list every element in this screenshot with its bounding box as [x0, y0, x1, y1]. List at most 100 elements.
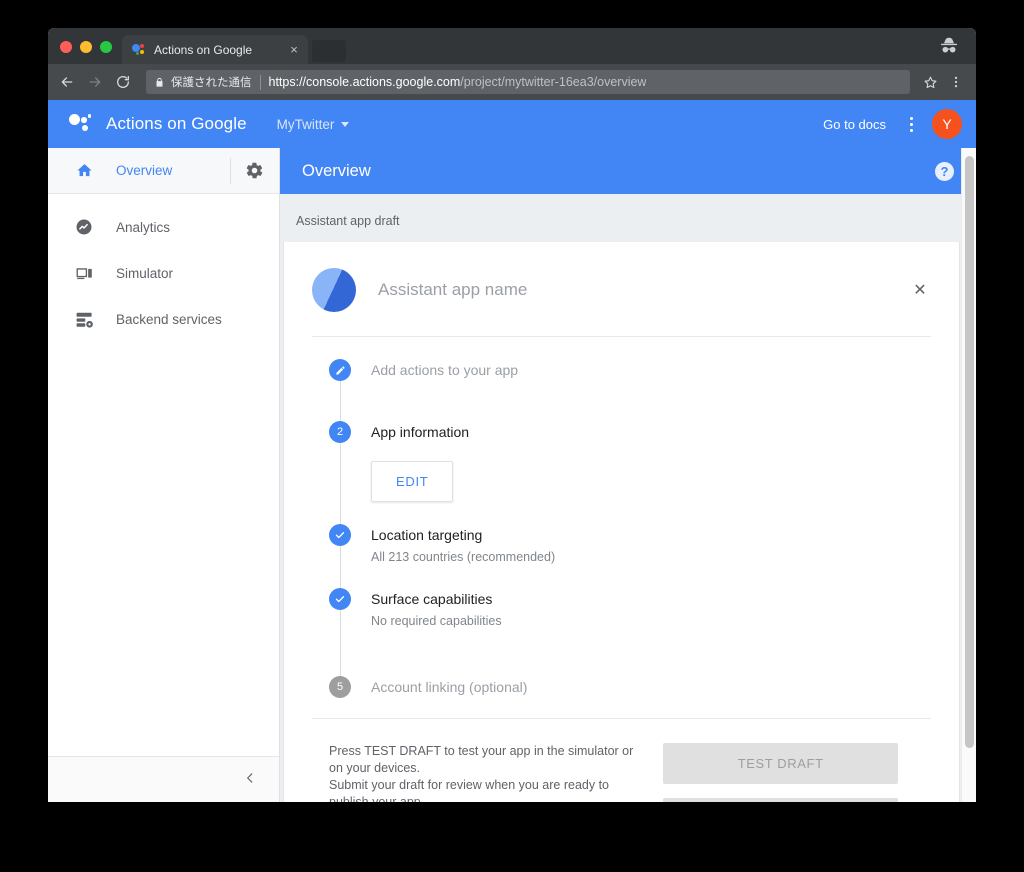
sidebar-nav-list: Analytics Simulator Backend services: [48, 194, 279, 756]
sidebar-footer: [48, 756, 279, 802]
home-icon: [74, 161, 94, 181]
project-name: MyTwitter: [276, 116, 335, 132]
step-app-information[interactable]: 2 App information EDIT: [329, 421, 931, 528]
sidebar-divider: [230, 157, 231, 184]
submit-draft-for-review-button[interactable]: SUBMIT DRAFT FOR REVIEW: [663, 798, 899, 802]
scrollbar-thumb[interactable]: [965, 156, 974, 748]
step-connector: [339, 546, 341, 592]
step-location-targeting-title: Location targeting: [371, 527, 483, 543]
address-bar[interactable]: 保護された通信 https://console.actions.google.c…: [146, 70, 910, 94]
close-tab-icon[interactable]: ×: [286, 42, 302, 58]
step-add-actions-title: Add actions to your app: [371, 362, 519, 378]
content-area: Overview ? Assistant app draft Assistant…: [280, 148, 976, 802]
content-scrollbar[interactable]: [961, 148, 976, 802]
step-connector: [339, 610, 341, 680]
sidebar-item-simulator-label: Simulator: [116, 265, 174, 281]
browser-window: Actions on Google × 保護された通信 https://cons…: [48, 28, 976, 802]
reload-button[interactable]: [110, 69, 136, 95]
draft-card: Assistant app name ✕ Add actions to your…: [283, 242, 960, 802]
step-badge-5: 5: [329, 676, 351, 698]
web-app: Actions on Google MyTwitter Go to docs Y: [48, 100, 976, 802]
backend-services-icon: [74, 309, 94, 329]
app-header: Actions on Google MyTwitter Go to docs Y: [48, 100, 976, 148]
sidebar-item-overview[interactable]: Overview: [48, 148, 230, 194]
breadcrumb: Assistant app draft: [296, 214, 400, 228]
app-body: Overview Analytics Simulator Backend ser…: [48, 148, 976, 802]
step-account-linking-title: Account linking (optional): [371, 679, 528, 695]
step-location-targeting-subtitle: All 213 countries (recommended): [371, 550, 556, 564]
chevron-down-icon: [341, 121, 350, 127]
bookmark-star-icon[interactable]: [918, 70, 942, 94]
sidebar-item-analytics-label: Analytics: [116, 219, 171, 235]
browser-tab[interactable]: Actions on Google ×: [122, 35, 308, 64]
lock-icon: [156, 77, 163, 87]
footer-instructions-line1: Press TEST DRAFT to test your app in the…: [329, 744, 634, 775]
step-add-actions[interactable]: Add actions to your app: [329, 359, 931, 425]
step-add-actions-body: [371, 381, 931, 421]
page-header: Overview ?: [280, 148, 976, 194]
url-text: https://console.actions.google.com/proje…: [269, 75, 647, 89]
minimize-window-button[interactable]: [80, 41, 92, 53]
pencil-icon: [329, 359, 351, 381]
google-assistant-favicon-icon: [132, 43, 146, 57]
url-path: /project/mytwitter-16ea3/overview: [460, 75, 647, 89]
assistant-app-name: Assistant app name: [378, 280, 528, 299]
card-header: Assistant app name ✕: [312, 242, 931, 337]
footer-instructions-line2: Submit your draft for review when you ar…: [329, 778, 609, 802]
setup-steps: Add actions to your app 2 App informatio…: [312, 337, 931, 698]
url-origin: https://console.actions.google.com: [268, 75, 461, 89]
step-connector: [339, 381, 341, 425]
sidebar-item-backend-services[interactable]: Backend services: [48, 296, 279, 342]
go-to-docs-link[interactable]: Go to docs: [823, 117, 886, 132]
assistant-app-avatar: [312, 268, 356, 312]
header-overflow-menu-icon[interactable]: [900, 111, 922, 137]
simulator-icon: [74, 263, 94, 283]
analytics-icon: [74, 217, 94, 237]
card-footer: Press TEST DRAFT to test your app in the…: [312, 718, 931, 802]
omnibox-divider: [259, 74, 261, 90]
sidebar-item-overview-label: Overview: [116, 163, 173, 178]
sidebar-header: Overview: [48, 148, 279, 194]
chevron-left-icon[interactable]: [243, 771, 257, 789]
incognito-icon: [940, 37, 958, 53]
step-location-targeting[interactable]: Location targeting All 213 countries (re…: [329, 524, 931, 592]
sidebar-item-backend-services-label: Backend services: [116, 311, 222, 327]
test-draft-button[interactable]: TEST DRAFT: [663, 743, 899, 784]
tab-strip: Actions on Google ×: [48, 28, 976, 64]
window-controls: [48, 41, 122, 64]
user-avatar[interactable]: Y: [932, 109, 962, 139]
back-button[interactable]: [54, 69, 80, 95]
close-window-button[interactable]: [60, 41, 72, 53]
step-account-linking[interactable]: 5 Account linking (optional): [329, 676, 931, 698]
step-surface-capabilities-body: [371, 628, 931, 676]
edit-button[interactable]: EDIT: [371, 461, 454, 502]
step-surface-capabilities[interactable]: Surface capabilities No required capabil…: [329, 588, 931, 680]
step-surface-capabilities-subtitle: No required capabilities: [371, 614, 502, 628]
maximize-window-button[interactable]: [100, 41, 112, 53]
sidebar-item-simulator[interactable]: Simulator: [48, 250, 279, 296]
check-icon: [329, 524, 351, 546]
sidebar: Overview Analytics Simulator Backend ser…: [48, 148, 280, 802]
help-icon[interactable]: ?: [935, 161, 954, 181]
page-title: Overview: [302, 161, 371, 180]
step-app-information-title: App information: [371, 424, 470, 440]
footer-instructions: Press TEST DRAFT to test your app in the…: [329, 743, 649, 802]
sidebar-item-analytics[interactable]: Analytics: [48, 204, 279, 250]
gear-icon[interactable]: [243, 160, 265, 182]
step-app-information-body: EDIT: [371, 443, 931, 524]
app-title: Actions on Google: [106, 114, 247, 133]
step-connector: [339, 443, 341, 528]
secure-connection-label: 保護された通信: [171, 77, 252, 89]
footer-buttons: TEST DRAFT SUBMIT DRAFT FOR REVIEW: [663, 743, 899, 802]
tab-title: Actions on Google: [154, 42, 253, 57]
new-tab-button[interactable]: [312, 40, 346, 62]
actions-on-google-logo-icon: [68, 111, 94, 137]
check-icon: [329, 588, 351, 610]
step-surface-capabilities-title: Surface capabilities: [371, 591, 493, 607]
close-icon[interactable]: ✕: [909, 279, 931, 301]
step-badge-2: 2: [329, 421, 351, 443]
browser-toolbar: 保護された通信 https://console.actions.google.c…: [48, 64, 976, 100]
browser-menu-icon[interactable]: [944, 70, 968, 94]
forward-button[interactable]: [82, 69, 108, 95]
project-selector[interactable]: MyTwitter: [277, 117, 350, 132]
